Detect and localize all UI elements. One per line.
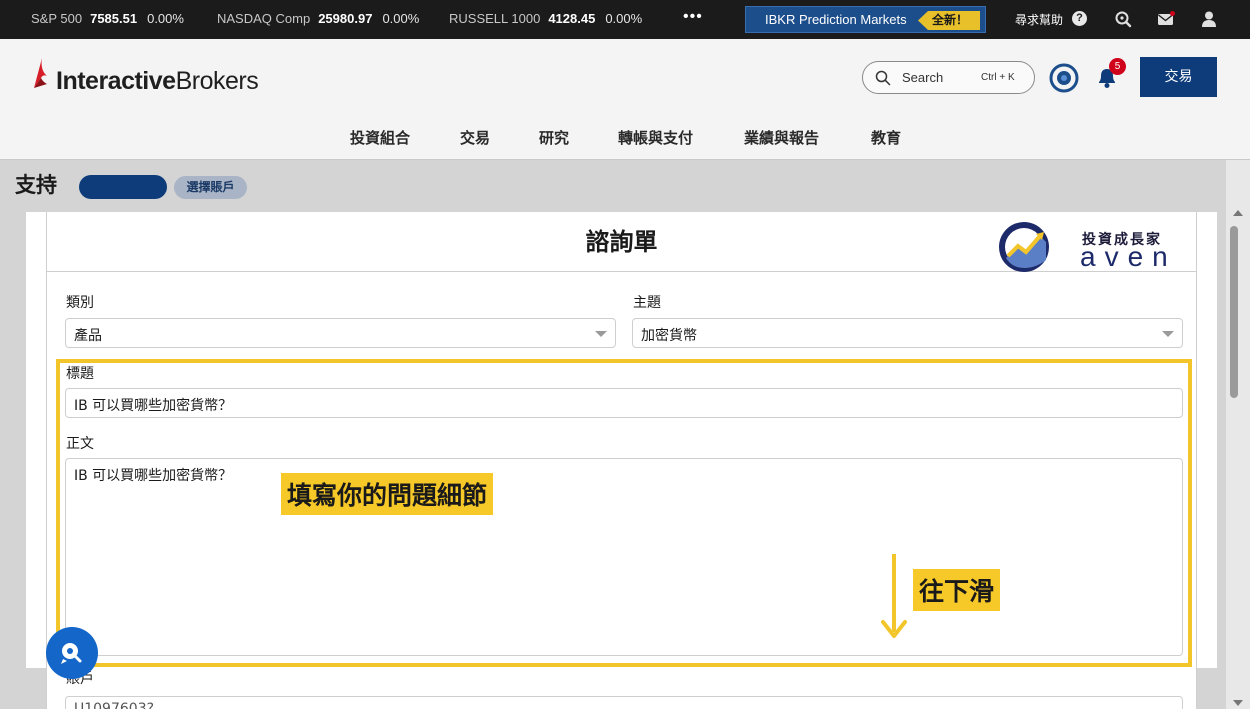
nav-research[interactable]: 研究 xyxy=(539,127,569,148)
highlight-frame xyxy=(56,359,1192,667)
select-account-button[interactable]: 選擇賬戶 xyxy=(174,176,247,199)
category-select[interactable]: 產品 xyxy=(65,318,616,348)
page-scrollbar[interactable] xyxy=(1226,160,1250,709)
search-shortcut: Ctrl + K xyxy=(981,72,1015,83)
search-icon xyxy=(875,70,891,86)
nav-transfer-pay[interactable]: 轉帳與支付 xyxy=(618,127,693,148)
scroll-thumb[interactable] xyxy=(1230,226,1238,398)
page-title: 支持 xyxy=(15,173,57,197)
topic-label: 主題 xyxy=(633,295,661,311)
ticker-nasdaq[interactable]: NASDAQ Comp 25980.97 0.00% xyxy=(217,11,419,26)
account-pill[interactable] xyxy=(79,175,167,199)
prediction-markets-label: IBKR Prediction Markets xyxy=(765,12,907,27)
nav-performance-reports[interactable]: 業績與報告 xyxy=(744,127,819,148)
scroll-down-icon[interactable] xyxy=(1233,700,1243,706)
ticker-russell[interactable]: RUSSELL 1000 4128.45 0.00% xyxy=(449,11,642,26)
mail-icon[interactable] xyxy=(1157,10,1175,28)
nav-trade[interactable]: 交易 xyxy=(460,127,490,148)
account-select[interactable]: U1097603? xyxy=(65,696,1183,709)
scroll-up-icon[interactable] xyxy=(1233,210,1243,216)
nav-education[interactable]: 教育 xyxy=(871,127,901,148)
notification-count-badge: 5 xyxy=(1109,58,1126,75)
chevron-down-icon xyxy=(1162,331,1174,337)
new-badge: 全新！ xyxy=(918,11,980,30)
category-label: 類別 xyxy=(66,295,94,311)
help-link[interactable]: 尋求幫助 xyxy=(1015,11,1063,28)
nav-portfolio[interactable]: 投資組合 xyxy=(350,127,410,148)
ibkr-logo-icon xyxy=(34,58,47,88)
aven-brand-logo-icon xyxy=(999,222,1049,272)
annotation-fill-details: 填寫你的問題細節 xyxy=(281,473,494,515)
topic-select[interactable]: 加密貨幣 xyxy=(632,318,1183,348)
trade-button[interactable]: 交易 xyxy=(1140,57,1217,97)
support-chat-icon[interactable] xyxy=(1114,10,1132,28)
prediction-markets-banner[interactable]: IBKR Prediction Markets 全新！ xyxy=(745,6,986,33)
more-tickers-button[interactable]: ••• xyxy=(683,8,703,26)
ticker-sp500[interactable]: S&P 500 7585.51 0.00% xyxy=(31,11,184,26)
ibot-icon[interactable] xyxy=(1049,63,1079,93)
user-icon[interactable] xyxy=(1200,10,1218,28)
search-input[interactable]: Search Ctrl + K xyxy=(862,61,1035,94)
brand-name-english: aven xyxy=(1080,241,1177,272)
chevron-down-icon xyxy=(595,331,607,337)
site-header: InteractiveBrokers Search Ctrl + K 5 交易 … xyxy=(0,39,1250,160)
help-question-icon[interactable]: ? xyxy=(1072,11,1087,26)
search-placeholder: Search xyxy=(902,70,944,85)
chat-support-button[interactable] xyxy=(46,627,98,679)
arrow-down-icon xyxy=(881,554,907,638)
chat-icon xyxy=(61,643,82,664)
market-ticker-bar: S&P 500 7585.51 0.00% NASDAQ Comp 25980.97 0… xyxy=(0,0,1250,39)
ibkr-logo-text[interactable]: InteractiveBrokers xyxy=(56,67,259,96)
annotation-scroll-down: 往下滑 xyxy=(913,569,1001,611)
